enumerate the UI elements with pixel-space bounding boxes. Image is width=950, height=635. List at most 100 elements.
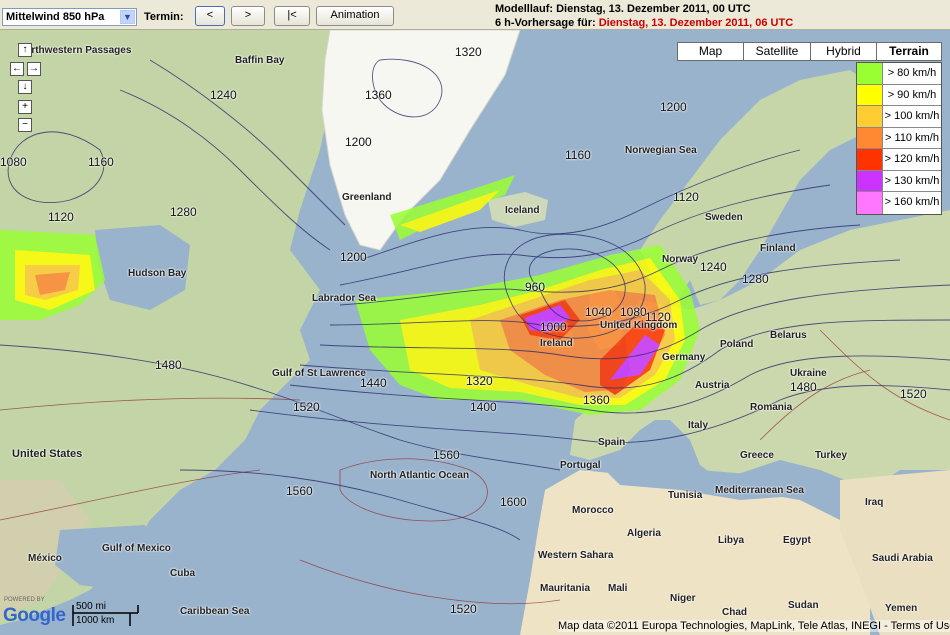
legend-label: > 120 km/h <box>884 153 940 165</box>
place-label: Poland <box>720 339 754 350</box>
level-select-value: Mittelwind 850 hPa <box>6 11 105 23</box>
isohypse-value-label: 1080 <box>0 155 27 169</box>
forecast-date: Dienstag, 13. Dezember 2011, 06 UTC <box>598 17 794 29</box>
isohypse-value-label: 1440 <box>360 376 387 390</box>
place-label: Baffin Bay <box>235 55 285 66</box>
legend-swatch <box>857 63 883 84</box>
legend-label: > 100 km/h <box>884 110 940 122</box>
place-label: Ireland <box>540 338 573 349</box>
isohypse-value-label: 1400 <box>470 400 497 414</box>
place-label: Chad <box>722 607 747 618</box>
place-label: Niger <box>670 593 696 604</box>
legend-row: > 130 km/h <box>857 170 941 192</box>
legend-swatch <box>857 149 883 170</box>
powered-by-label: POWERED BY <box>4 597 45 603</box>
google-logo[interactable]: Google <box>3 605 66 627</box>
isohypse-value-label: 1520 <box>900 387 927 401</box>
isohypse-value-label: 1280 <box>170 205 197 219</box>
place-label: Finland <box>760 243 796 254</box>
next-button[interactable]: > <box>231 6 265 26</box>
prev-button[interactable]: < <box>195 6 225 26</box>
isohypse-value-label: 1600 <box>500 495 527 509</box>
place-label: Italy <box>688 420 709 431</box>
legend-label: > 80 km/h <box>887 67 937 79</box>
place-label: Spain <box>598 437 626 448</box>
place-label: Hudson Bay <box>128 268 187 279</box>
legend-row: > 100 km/h <box>857 106 941 128</box>
place-label: Labrador Sea <box>312 293 376 304</box>
place-label: Saudi Arabia <box>872 553 933 564</box>
legend-swatch <box>857 106 883 127</box>
legend-row: > 160 km/h <box>857 192 941 214</box>
place-label: Sudan <box>788 600 819 611</box>
isohypse-value-label: 1000 <box>540 320 567 334</box>
place-label: Western Sahara <box>538 550 614 561</box>
forecast-info: 6 h-Vorhersage für: Dienstag, 13. Dezemb… <box>495 17 793 29</box>
pan-up-button[interactable]: ↑ <box>18 43 32 57</box>
place-label: Portugal <box>560 460 601 471</box>
legend-label: > 90 km/h <box>887 88 937 101</box>
place-label: Norwegian Sea <box>625 145 697 156</box>
isohypse-value-label: 1480 <box>155 358 182 372</box>
isohypse-value-label: 1360 <box>583 393 610 407</box>
place-label: Ukraine <box>790 368 827 379</box>
maptype-map-button[interactable]: Map <box>677 42 744 61</box>
legend-label: > 130 km/h <box>884 174 940 187</box>
isohypse-value-label: 1160 <box>565 148 591 162</box>
isohypse-value-label: 1560 <box>286 484 313 498</box>
place-label: Germany <box>662 352 706 363</box>
place-label: Iceland <box>505 205 540 216</box>
place-label: Iraq <box>865 497 884 508</box>
place-label: Greenland <box>342 192 392 203</box>
maptype-hybrid-button[interactable]: Hybrid <box>810 42 877 61</box>
legend-row: > 120 km/h <box>857 149 941 171</box>
pan-right-button[interactable]: → <box>27 62 41 76</box>
isohypse-value-label: 1200 <box>340 250 367 264</box>
isohypse-value-label: 1520 <box>450 602 477 616</box>
place-label: Cuba <box>170 568 195 579</box>
isohypse-value-label: 1080 <box>620 305 647 319</box>
place-label: Gulf of St Lawrence <box>272 368 366 379</box>
legend-swatch <box>857 192 883 214</box>
first-button[interactable]: |< <box>274 6 310 26</box>
place-label: Mauritania <box>540 583 591 594</box>
legend-swatch <box>857 84 883 105</box>
isohypse-value-label: 1240 <box>210 88 237 102</box>
legend-row: > 110 km/h <box>857 127 941 149</box>
zoom-in-button[interactable]: + <box>18 100 32 114</box>
animation-button[interactable]: Animation <box>316 6 394 26</box>
place-label: Tunisia <box>668 490 703 501</box>
isohypse-value-label: 1120 <box>48 210 74 224</box>
place-label: México <box>28 553 62 564</box>
isohypse-value-label: 1480 <box>790 380 817 394</box>
map-canvas[interactable]: Northwestern Passages Baffin Bay Greenland… <box>0 30 950 635</box>
isohypse-value-label: 1360 <box>365 88 392 102</box>
termin-label: Termin: <box>144 11 184 23</box>
legend-swatch <box>857 170 883 191</box>
place-label: Belarus <box>770 330 807 341</box>
isohypse-value-label: 1560 <box>433 448 460 462</box>
legend-row: > 80 km/h <box>857 63 941 85</box>
isohypse-value-label: 1320 <box>455 45 482 59</box>
isohypse-value-label: 1280 <box>742 272 769 286</box>
place-label: Egypt <box>783 535 811 546</box>
model-run-info: Modelllauf: Dienstag, 13. Dezember 2011,… <box>495 3 751 15</box>
isohypse-value-label: 1040 <box>585 305 612 319</box>
maptype-satellite-button[interactable]: Satellite <box>743 42 811 61</box>
place-label: United States <box>12 448 83 460</box>
isohypse-value-label: 1120 <box>673 190 699 204</box>
place-label: Morocco <box>572 505 614 516</box>
wind-legend: > 80 km/h > 90 km/h > 100 km/h > 110 km/h > … <box>856 62 942 215</box>
map-scale: 500 mi 1000 km <box>72 600 142 628</box>
chevron-down-icon[interactable]: ▼ <box>120 10 135 24</box>
place-label: Mali <box>608 583 628 594</box>
pan-left-button[interactable]: ← <box>10 62 24 76</box>
pan-down-button[interactable]: ↓ <box>18 80 32 94</box>
level-select[interactable]: Mittelwind 850 hPa ▼ <box>2 8 137 26</box>
place-label: Norway <box>662 254 699 265</box>
forecast-prefix: 6 h-Vorhersage für: <box>495 17 596 29</box>
zoom-out-button[interactable]: − <box>18 118 32 132</box>
place-label: Yemen <box>885 603 918 614</box>
maptype-terrain-button[interactable]: Terrain <box>876 42 942 61</box>
isohypse-value-label: 960 <box>525 280 546 294</box>
